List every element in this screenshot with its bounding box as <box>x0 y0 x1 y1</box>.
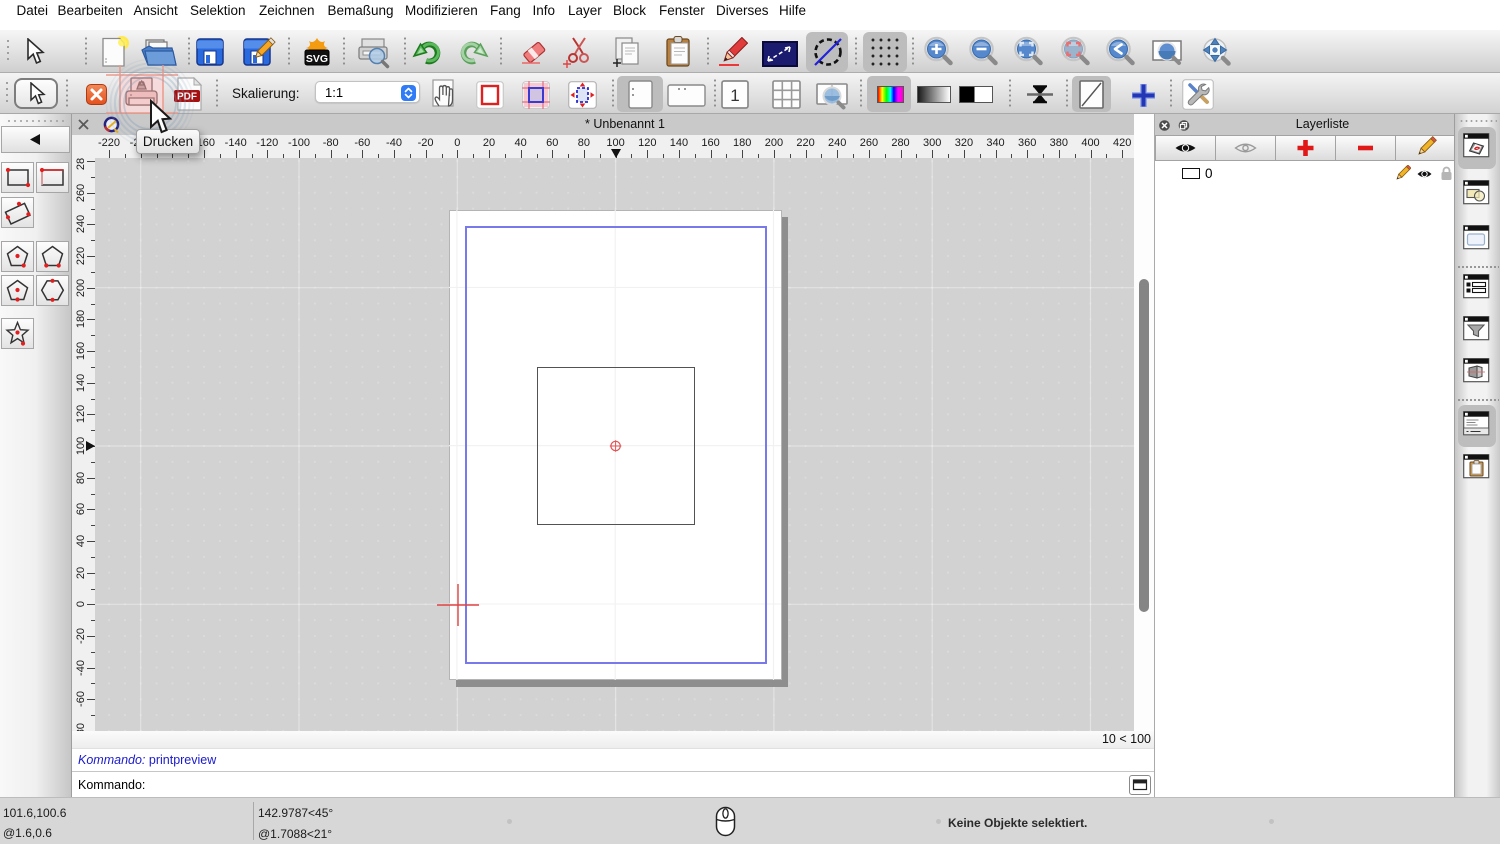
svg-text:1: 1 <box>730 86 739 105</box>
svg-text:SVG: SVG <box>306 53 328 65</box>
